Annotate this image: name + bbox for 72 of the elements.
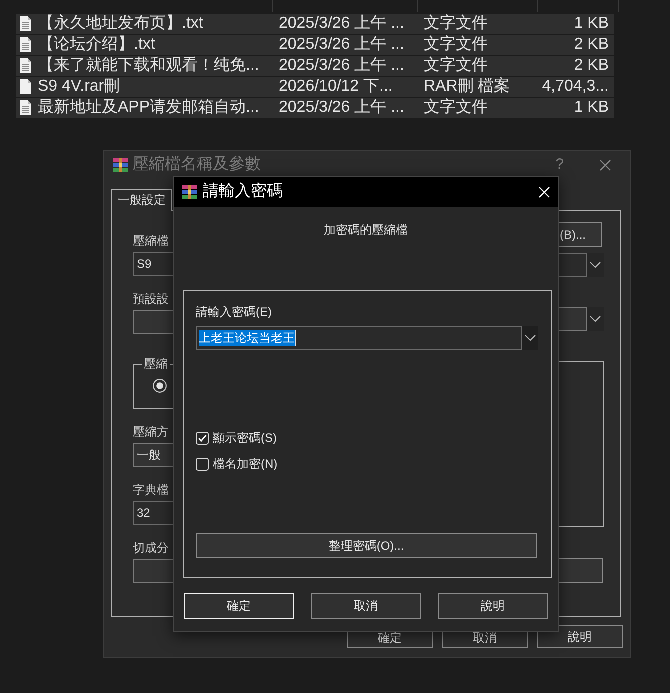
- file-name: 【永久地址发布页】.txt: [38, 14, 204, 34]
- field-label: 壓縮方: [133, 425, 170, 439]
- ok-button[interactable]: 確定: [347, 632, 433, 648]
- file-type: 文字文件: [424, 14, 488, 34]
- file-size: 2 KB: [574, 35, 609, 55]
- file-row[interactable]: 最新地址及APP请发邮箱自动... 2025/3/26 上午 ... 文字文件 1 KB: [16, 98, 614, 118]
- field-label: 請輸入密碼(E): [196, 305, 273, 319]
- browse-button[interactable]: (B)...: [559, 222, 602, 247]
- dropdown-field[interactable]: 一般: [133, 443, 173, 467]
- dropdown-button[interactable]: [587, 307, 604, 331]
- file-icon: [20, 79, 32, 95]
- organize-passwords-button[interactable]: 整理密碼(O)...: [196, 533, 537, 558]
- modified-date: 2025/3/26 上午 ...: [279, 35, 404, 55]
- file-name: 【论坛介绍】.txt: [38, 35, 156, 55]
- cancel-button[interactable]: 取消: [442, 632, 528, 648]
- tab[interactable]: 一般設定: [111, 189, 172, 211]
- field-label: 字典檔: [133, 483, 170, 497]
- file-size: 1 KB: [574, 14, 609, 34]
- file-row[interactable]: 【来了就能下载和观看！纯免... 2025/3/26 上午 ... 文字文件 2 KB: [16, 56, 614, 76]
- checkbox-label[interactable]: 顯示密碼(S): [213, 431, 277, 445]
- file-row[interactable]: 【永久地址发布页】.txt 2025/3/26 上午 ... 文字文件 1 KB: [16, 14, 614, 34]
- window-title: 請輸入密碼: [203, 182, 283, 202]
- modified-date: 2026/10/12 下...: [279, 77, 393, 97]
- file-type: 文字文件: [424, 98, 488, 118]
- checkbox-label[interactable]: 檔名加密(N): [213, 457, 278, 471]
- file-name: 【来了就能下载和观看！纯免...: [38, 56, 260, 76]
- text-field[interactable]: S9: [133, 252, 173, 276]
- chevron-down-icon: [590, 316, 601, 322]
- text-field[interactable]: 32: [133, 501, 173, 525]
- ok-button[interactable]: 確定: [184, 593, 294, 619]
- text-file-icon: [20, 37, 32, 53]
- file-name: S9 4V.rar刪: [38, 77, 120, 97]
- checkbox[interactable]: [196, 432, 209, 444]
- file-size: 2 KB: [574, 56, 609, 76]
- modified-date: 2025/3/26 上午 ...: [279, 56, 404, 76]
- chevron-down-icon: [590, 262, 601, 268]
- help-button[interactable]: 說明: [537, 625, 623, 648]
- text-file-icon: [20, 16, 32, 32]
- field-label: 壓縮檔: [133, 234, 170, 248]
- file-row[interactable]: S9 4V.rar刪 2026/10/12 下... RAR刪 檔案 4,704,3...: [16, 77, 614, 97]
- group-label: 壓縮: [142, 357, 170, 371]
- password-field[interactable]: 上老王论坛当老王: [196, 326, 522, 350]
- modified-date: 2025/3/26 上午 ...: [279, 14, 404, 34]
- modified-date: 2025/3/26 上午 ...: [279, 98, 404, 118]
- window-title: 壓縮檔名稱及參數: [133, 155, 261, 175]
- password-text: 上老王论坛当老王: [199, 330, 296, 346]
- text-file-icon: [20, 100, 32, 116]
- text-field[interactable]: [559, 253, 587, 277]
- field-label: 切成分: [133, 541, 170, 555]
- dropdown-field[interactable]: [559, 307, 587, 331]
- dropdown-button[interactable]: [522, 326, 538, 350]
- dropdown-field[interactable]: [133, 310, 173, 334]
- field-label: 預設設: [133, 292, 170, 306]
- cancel-button[interactable]: 取消: [311, 593, 421, 619]
- button[interactable]: [559, 558, 603, 583]
- radio-button[interactable]: [153, 379, 167, 393]
- file-size: 4,704,3...: [542, 77, 609, 97]
- dialog-message: 加密碼的壓縮檔: [324, 222, 408, 238]
- books-icon: [113, 158, 128, 172]
- file-type: 文字文件: [424, 35, 488, 55]
- file-size: 1 KB: [574, 98, 609, 118]
- file-type: RAR刪 檔案: [424, 77, 510, 97]
- chevron-down-icon: [524, 335, 536, 341]
- dropdown-button[interactable]: [587, 253, 604, 277]
- file-type: 文字文件: [424, 56, 488, 76]
- text-file-icon: [20, 58, 32, 74]
- checkbox[interactable]: [196, 458, 209, 470]
- help-button[interactable]: 說明: [438, 593, 548, 619]
- file-name: 最新地址及APP请发邮箱自动...: [38, 98, 260, 118]
- dropdown-field[interactable]: [133, 559, 173, 583]
- books-icon: [182, 185, 197, 199]
- file-row[interactable]: 【论坛介绍】.txt 2025/3/26 上午 ... 文字文件 2 KB: [16, 35, 614, 55]
